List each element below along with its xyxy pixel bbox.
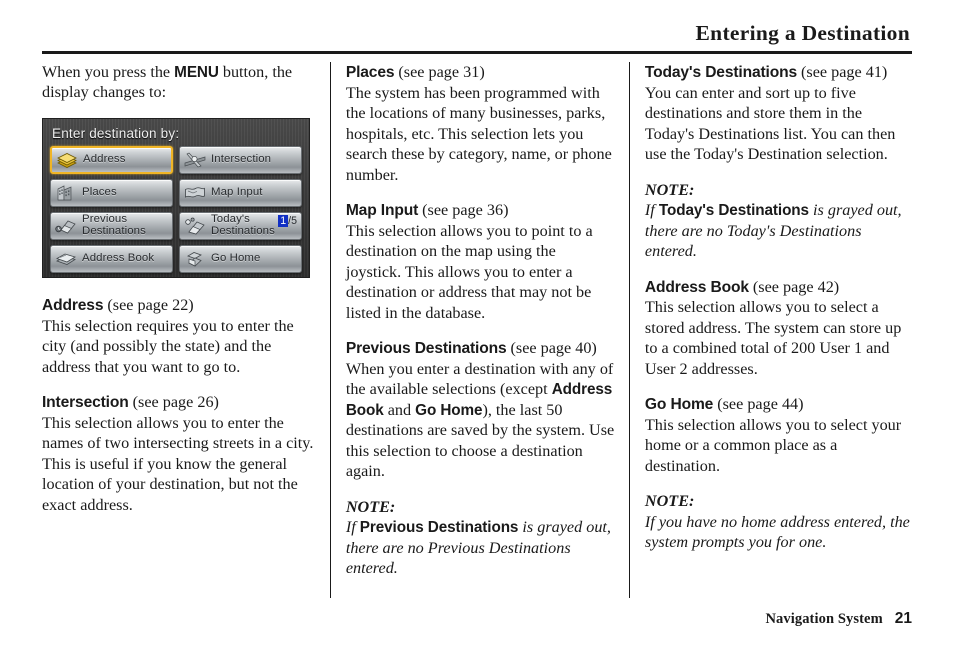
section-todays-destinations: Today's Destinations (see page 41) You ca…	[645, 62, 914, 165]
section-body: The system has been programmed with the …	[345, 83, 612, 184]
section-address-book: Address Book (see page 42) This selection…	[645, 277, 914, 380]
map-input-icon	[183, 182, 207, 204]
nav-screen-title: Enter destination by:	[52, 125, 180, 141]
counter-total: /5	[288, 214, 297, 227]
nav-button-todays-destinations[interactable]: Today's Destinations 1/5	[179, 211, 302, 240]
note-label: NOTE:	[345, 497, 396, 516]
section-heading: Go Home	[644, 396, 714, 414]
nav-button-address[interactable]: Address	[50, 145, 173, 174]
todays-destinations-counter: 1/5	[278, 214, 297, 228]
section-go-home: Go Home (see page 44) This selection allo…	[645, 394, 914, 476]
section-page-ref: (see page 41)	[796, 63, 888, 81]
inline-bold-go-home: Go Home	[415, 401, 483, 419]
navigation-screen-figure: Enter destination by: Address Intersecti…	[42, 117, 310, 278]
nav-button-label: Places	[82, 186, 117, 199]
section-page-ref: (see page 44)	[713, 395, 804, 414]
page-title: Entering a Destination	[695, 21, 910, 45]
section-intersection: Intersection (see page 26) This selection…	[42, 392, 316, 515]
header-rule	[42, 50, 912, 54]
section-address: Address (see page 22) This selection requ…	[42, 295, 316, 377]
footer-label: Navigation System	[765, 611, 883, 627]
nav-button-label: Address Book	[82, 252, 155, 265]
intersection-roads-icon	[183, 149, 207, 171]
places-buildings-icon	[54, 182, 78, 204]
inline-bold-todays-destinations: Today's Destinations	[658, 202, 809, 220]
note-previous-destinations: NOTE: If Previous Destinations is grayed …	[346, 497, 615, 579]
nav-button-label: Address	[83, 153, 126, 166]
section-map-input: Map Input (see page 36) This selection al…	[346, 200, 615, 323]
footer-page-number: 21	[894, 610, 912, 627]
nav-button-map-input[interactable]: Map Input	[179, 178, 302, 207]
section-heading: Map Input	[345, 202, 419, 220]
note-todays-destinations: NOTE: If Today's Destinations is grayed o…	[645, 180, 914, 262]
section-heading: Places	[345, 64, 395, 81]
address-stack-icon	[55, 149, 79, 171]
nav-button-address-book[interactable]: Address Book	[50, 244, 173, 273]
section-page-ref: (see page 36)	[418, 201, 509, 220]
nav-button-label: Today's Destinations	[211, 213, 275, 237]
note-pre: If	[345, 518, 360, 537]
page-footer: Navigation System 21	[42, 610, 914, 628]
address-book-icon	[54, 248, 78, 270]
section-heading: Intersection	[42, 394, 129, 412]
go-home-icon	[183, 248, 207, 270]
section-body: This selection allows you to select your…	[644, 415, 902, 475]
nav-button-previous-destinations[interactable]: Previous Destinations	[50, 211, 173, 240]
left-column: When you press the MENU button, the disp…	[42, 62, 316, 598]
section-page-ref: (see page 26)	[128, 393, 219, 412]
section-body-part: and	[383, 400, 416, 419]
counter-current: 1	[278, 214, 289, 228]
section-body: This selection allows you to enter the n…	[42, 413, 314, 514]
content-columns: When you press the MENU button, the disp…	[42, 62, 914, 598]
nav-button-intersection[interactable]: Intersection	[179, 145, 302, 174]
middle-column: Places (see page 31) The system has been …	[329, 62, 615, 598]
note-label: NOTE:	[644, 180, 695, 199]
note-body-text: If you have no home address entered, the…	[644, 512, 910, 552]
nav-button-label: Map Input	[211, 186, 263, 199]
todays-destinations-icon	[183, 215, 207, 237]
section-body: You can enter and sort up to five destin…	[644, 83, 896, 164]
right-column: Today's Destinations (see page 41) You ca…	[628, 62, 914, 598]
nav-button-label: Intersection	[211, 153, 272, 166]
section-body: This selection allows you to point to a …	[345, 221, 593, 322]
menu-keyword: MENU	[174, 64, 219, 81]
menu-intro-paragraph: When you press the MENU button, the disp…	[42, 62, 316, 103]
section-heading: Today's Destinations	[644, 64, 797, 81]
section-previous-destinations: Previous Destinations (see page 40) When …	[346, 338, 615, 482]
nav-button-label: Previous Destinations	[82, 213, 146, 237]
menu-intro-pre: When you press the	[42, 63, 175, 81]
section-heading: Previous Destinations	[345, 340, 507, 358]
section-page-ref: (see page 40)	[506, 339, 597, 358]
inline-bold-previous-destinations: Previous Destinations	[359, 519, 519, 537]
section-places: Places (see page 31) The system has been …	[346, 62, 615, 185]
section-heading: Address Book	[644, 278, 749, 296]
nav-button-go-home[interactable]: Go Home	[179, 244, 302, 273]
page-header: Entering a Destination	[42, 21, 912, 54]
section-page-ref: (see page 31)	[394, 63, 485, 81]
section-body: This selection allows you to select a st…	[644, 298, 902, 378]
section-page-ref: (see page 42)	[748, 277, 840, 296]
nav-button-label: Go Home	[211, 252, 261, 265]
section-heading: Address	[42, 296, 104, 314]
note-go-home: NOTE: If you have no home address entered…	[645, 491, 914, 552]
note-pre: If	[644, 201, 659, 220]
section-page-ref: (see page 22)	[103, 295, 194, 314]
note-label: NOTE:	[644, 492, 695, 511]
section-body: This selection requires you to enter the…	[42, 316, 294, 376]
nav-button-places[interactable]: Places	[50, 178, 173, 207]
previous-destinations-icon	[54, 215, 78, 237]
nav-button-grid: Address Intersection Places Map Input Pr…	[50, 145, 302, 273]
